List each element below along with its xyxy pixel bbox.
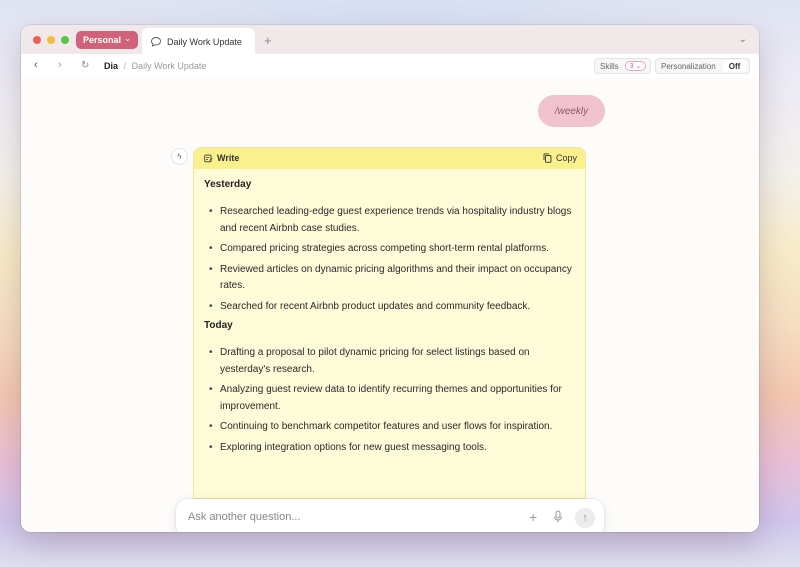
forward-button[interactable]: › xyxy=(58,59,62,71)
copy-button[interactable]: Copy xyxy=(543,153,577,163)
list-item: Researched leading-edge guest experience… xyxy=(204,204,579,237)
chevron-down-icon: ⌄ xyxy=(124,34,131,43)
list-item: Continuing to benchmark competitor featu… xyxy=(204,419,579,436)
pencil-note-icon xyxy=(204,154,213,162)
section-title-today: Today xyxy=(204,320,233,331)
user-message-text: /weekly xyxy=(554,105,589,117)
back-button[interactable]: ‹ xyxy=(34,59,38,71)
send-arrow-up-icon[interactable]: ↑ xyxy=(575,508,595,528)
close-window-button[interactable] xyxy=(33,36,41,44)
write-card: Write Copy Yesterday Researched leading-… xyxy=(193,147,586,499)
breadcrumb: Dia / Daily Work Update xyxy=(104,61,206,71)
list-item: Reviewed articles on dynamic pricing alg… xyxy=(204,262,579,295)
profile-label: Personal xyxy=(83,35,122,45)
skills-count-badge: 3 ⌄ xyxy=(624,61,647,71)
chat-bubble-icon xyxy=(151,36,161,47)
breadcrumb-current: Daily Work Update xyxy=(131,61,207,71)
user-message-bubble: /weekly xyxy=(538,95,605,127)
write-card-header: Write Copy xyxy=(194,148,585,169)
breadcrumb-separator: / xyxy=(123,61,127,71)
browser-window: Personal ⌄ Daily Work Update + ⌄ ‹ › ↻ D… xyxy=(21,25,759,532)
skills-button[interactable]: Skills 3 ⌄ xyxy=(594,58,651,74)
personalization-state: Off xyxy=(723,60,746,72)
yesterday-list: Researched leading-edge guest experience… xyxy=(204,204,579,315)
toolbar: ‹ › ↻ Dia / Daily Work Update Skills 3 ⌄… xyxy=(21,54,759,78)
list-item: Compared pricing strategies across compe… xyxy=(204,241,579,258)
new-tab-button[interactable]: + xyxy=(264,33,272,48)
ask-input[interactable] xyxy=(188,511,488,523)
write-label: Write xyxy=(204,153,239,163)
chat-content: /weekly ϟ Write Copy Yesterday • Researc… xyxy=(21,78,759,532)
microphone-icon[interactable] xyxy=(553,510,563,524)
list-item: Exploring integration options for new gu… xyxy=(204,440,579,457)
profile-switcher[interactable]: Personal ⌄ xyxy=(76,31,138,49)
zoom-window-button[interactable] xyxy=(61,36,69,44)
personalization-label: Personalization xyxy=(661,61,716,71)
minimize-window-button[interactable] xyxy=(47,36,55,44)
assistant-lightning-icon: ϟ xyxy=(171,148,188,165)
tab-overview-chevron-icon[interactable]: ⌄ xyxy=(739,34,747,45)
list-item: Analyzing guest review data to identify … xyxy=(204,382,579,415)
attach-plus-icon[interactable]: + xyxy=(529,509,537,525)
reload-icon[interactable]: ↻ xyxy=(81,60,89,71)
list-item: Drafting a proposal to pilot dynamic pri… xyxy=(204,345,579,378)
breadcrumb-root[interactable]: Dia xyxy=(104,61,118,71)
skills-label: Skills xyxy=(600,61,619,71)
write-card-body: Yesterday Researched leading-edge guest … xyxy=(204,179,579,460)
title-bar: Personal ⌄ Daily Work Update + ⌄ xyxy=(21,25,759,55)
tab-daily-work-update[interactable]: Daily Work Update xyxy=(142,28,255,55)
section-title-yesterday: Yesterday xyxy=(204,179,252,190)
ask-composer: + ↑ xyxy=(176,499,604,532)
tab-title: Daily Work Update xyxy=(167,36,242,47)
copy-icon xyxy=(543,153,552,163)
list-item: Searched for recent Airbnb product updat… xyxy=(204,299,579,316)
today-list: Drafting a proposal to pilot dynamic pri… xyxy=(204,345,579,456)
personalization-toggle[interactable]: Personalization Off xyxy=(655,58,750,74)
